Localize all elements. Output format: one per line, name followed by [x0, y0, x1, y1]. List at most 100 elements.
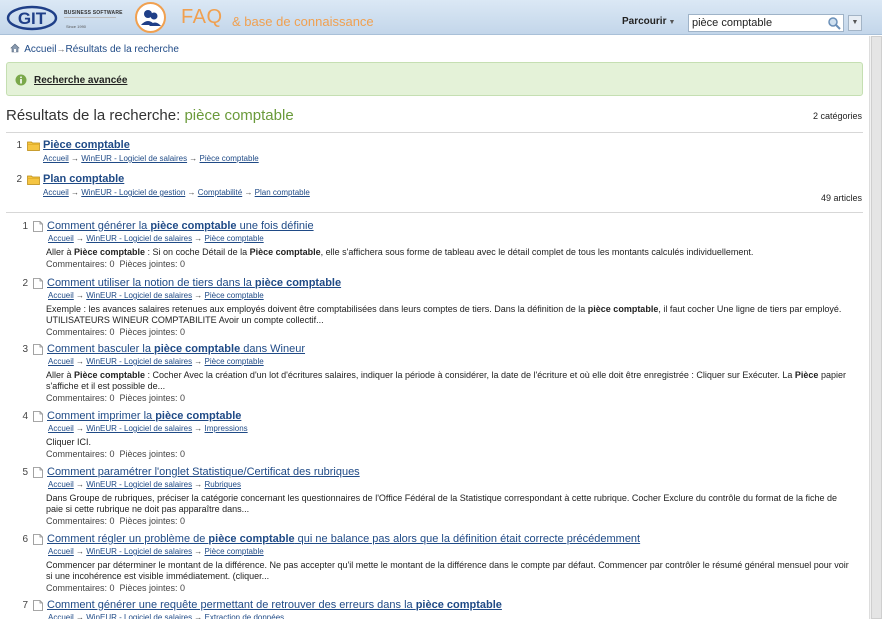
path-link[interactable]: Accueil	[43, 188, 69, 197]
search-input[interactable]	[692, 17, 818, 29]
path-link[interactable]: WinEUR - Logiciel de salaires	[86, 480, 192, 489]
attachments-count: Pièces jointes: 0	[119, 259, 186, 269]
arrow-right-icon: →	[242, 188, 255, 197]
article-path: Accueil → WinEUR - Logiciel de salaires …	[48, 357, 264, 366]
results-divider	[6, 132, 863, 133]
excerpt-part: pièce comptable	[587, 304, 659, 314]
path-link[interactable]: Pièce comptable	[205, 357, 264, 366]
article-title-link[interactable]: Comment imprimer la pièce comptable	[47, 410, 241, 422]
browse-menu[interactable]: Parcourir ▼	[622, 16, 675, 27]
document-icon	[33, 534, 43, 545]
breadcrumb-current-link[interactable]: Résultats de la recherche	[65, 44, 178, 55]
path-link[interactable]: WinEUR - Logiciel de salaires	[86, 424, 192, 433]
path-link[interactable]: Plan comptable	[255, 188, 310, 197]
category-count: 2 catégories	[812, 111, 862, 121]
category-path: Accueil → WinEUR - Logiciel de salaires …	[43, 154, 259, 163]
article-title-link[interactable]: Comment régler un problème de pièce comp…	[47, 533, 640, 545]
path-link[interactable]: Comptabilité	[198, 188, 242, 197]
excerpt-part: Cliquer ICI.	[46, 437, 92, 447]
article-title-link[interactable]: Comment générer une requête permettant d…	[47, 599, 502, 611]
article-title-part: Comment basculer la	[47, 343, 154, 355]
path-link[interactable]: Accueil	[48, 480, 74, 489]
path-link[interactable]: Pièce comptable	[200, 154, 259, 163]
article-title-part: une fois définie	[236, 220, 314, 232]
excerpt-part: Commencer par déterminer le montant de l…	[46, 560, 849, 581]
comments-count: Commentaires: 0	[46, 583, 115, 593]
article-meta: Commentaires: 0 Pièces jointes: 0	[46, 327, 185, 337]
article-path: Accueil → WinEUR - Logiciel de salaires …	[48, 480, 241, 489]
path-link[interactable]: Pièce comptable	[205, 291, 264, 300]
logo-subtitle: BUSINESS SOFTWARE	[64, 10, 123, 16]
article-title-link[interactable]: Comment utiliser la notion de tiers dans…	[47, 277, 341, 289]
article-path: Accueil → WinEUR - Logiciel de salaires …	[48, 547, 264, 556]
article-title-part: Comment imprimer la	[47, 410, 156, 422]
logo-since: Since 1990	[66, 24, 87, 29]
excerpt-part: , elle s'affichera sous forme de tableau…	[320, 247, 754, 257]
comments-count: Commentaires: 0	[46, 516, 115, 526]
arrow-right-icon: →	[68, 188, 82, 197]
path-link[interactable]: Pièce comptable	[205, 547, 264, 556]
arrow-right-icon: →	[192, 424, 205, 433]
comments-count: Commentaires: 0	[46, 259, 115, 269]
path-link[interactable]: WinEUR - Logiciel de salaires	[86, 291, 192, 300]
document-icon	[33, 278, 43, 289]
top-header: GIT BUSINESS SOFTWARE Since 1990 FAQ & b…	[0, 0, 882, 35]
article-title-link[interactable]: Comment paramétrer l'onglet Statistique/…	[47, 466, 360, 478]
path-link[interactable]: Impressions	[205, 424, 248, 433]
category-title-link[interactable]: Pièce comptable	[43, 139, 130, 151]
category-title-link[interactable]: Plan comptable	[43, 173, 124, 185]
logo-divider	[64, 17, 116, 18]
path-link[interactable]: Extraction de données	[205, 613, 285, 619]
path-link[interactable]: Accueil	[48, 291, 74, 300]
arrow-right-icon: →	[192, 480, 205, 489]
arrow-right-icon: →	[73, 234, 87, 243]
path-link[interactable]: WinEUR - Logiciel de salaires	[86, 547, 192, 556]
articles-divider	[6, 212, 863, 213]
excerpt-part: Exemple : les avances salaires retenues …	[46, 304, 588, 314]
path-link[interactable]: Accueil	[43, 154, 69, 163]
path-link[interactable]: Rubriques	[205, 480, 241, 489]
results-query: pièce comptable	[184, 107, 294, 124]
path-link[interactable]: Accueil	[48, 424, 74, 433]
path-link[interactable]: Accueil	[48, 547, 74, 556]
article-count: 49 articles	[820, 193, 862, 203]
excerpt-part: Pièce comptable	[74, 247, 146, 257]
git-logo[interactable]: GIT	[6, 4, 58, 31]
path-link[interactable]: Accueil	[48, 613, 74, 619]
path-link[interactable]: WinEUR - Logiciel de salaires	[86, 357, 192, 366]
search-options-dropdown[interactable]: ▼	[848, 15, 862, 31]
path-link[interactable]: Pièce comptable	[205, 234, 264, 243]
chevron-down-icon: ▼	[668, 19, 676, 26]
faq-people-icon[interactable]	[135, 2, 166, 33]
search-icon[interactable]	[827, 16, 841, 30]
path-link[interactable]: WinEUR - Logiciel de gestion	[81, 188, 185, 197]
article-title-part: Comment générer une requête permettant d…	[47, 599, 416, 611]
path-link[interactable]: Accueil	[48, 234, 74, 243]
vertical-scrollbar[interactable]	[869, 36, 882, 619]
arrow-right-icon: →	[73, 480, 87, 489]
document-icon	[33, 600, 43, 611]
path-link[interactable]: WinEUR - Logiciel de salaires	[86, 234, 192, 243]
breadcrumb-home-link[interactable]: Accueil	[24, 44, 56, 55]
article-meta: Commentaires: 0 Pièces jointes: 0	[46, 583, 185, 593]
article-title-link[interactable]: Comment générer la pièce comptable une f…	[47, 220, 314, 232]
article-number: 3	[22, 344, 28, 355]
article-title-part: pièce comptable	[154, 343, 241, 355]
arrow-right-icon: →	[187, 154, 200, 163]
scrollbar-thumb[interactable]	[871, 36, 882, 619]
arrow-right-icon: →	[73, 357, 87, 366]
folder-icon	[27, 141, 40, 151]
article-excerpt: Commencer par déterminer le montant de l…	[46, 560, 856, 582]
advanced-search-link[interactable]: Recherche avancée	[34, 75, 127, 86]
category-number: 2	[16, 174, 22, 185]
arrow-right-icon: →	[192, 547, 205, 556]
excerpt-part: Pièce comptable	[249, 247, 321, 257]
article-title-link[interactable]: Comment basculer la pièce comptable dans…	[47, 343, 305, 355]
article-path: Accueil → WinEUR - Logiciel de salaires …	[48, 291, 264, 300]
arrow-right-icon: →	[192, 234, 205, 243]
path-link[interactable]: WinEUR - Logiciel de salaires	[81, 154, 187, 163]
comments-count: Commentaires: 0	[46, 327, 115, 337]
path-link[interactable]: Accueil	[48, 357, 74, 366]
article-path: Accueil → WinEUR - Logiciel de salaires …	[48, 613, 284, 619]
path-link[interactable]: WinEUR - Logiciel de salaires	[86, 613, 192, 619]
